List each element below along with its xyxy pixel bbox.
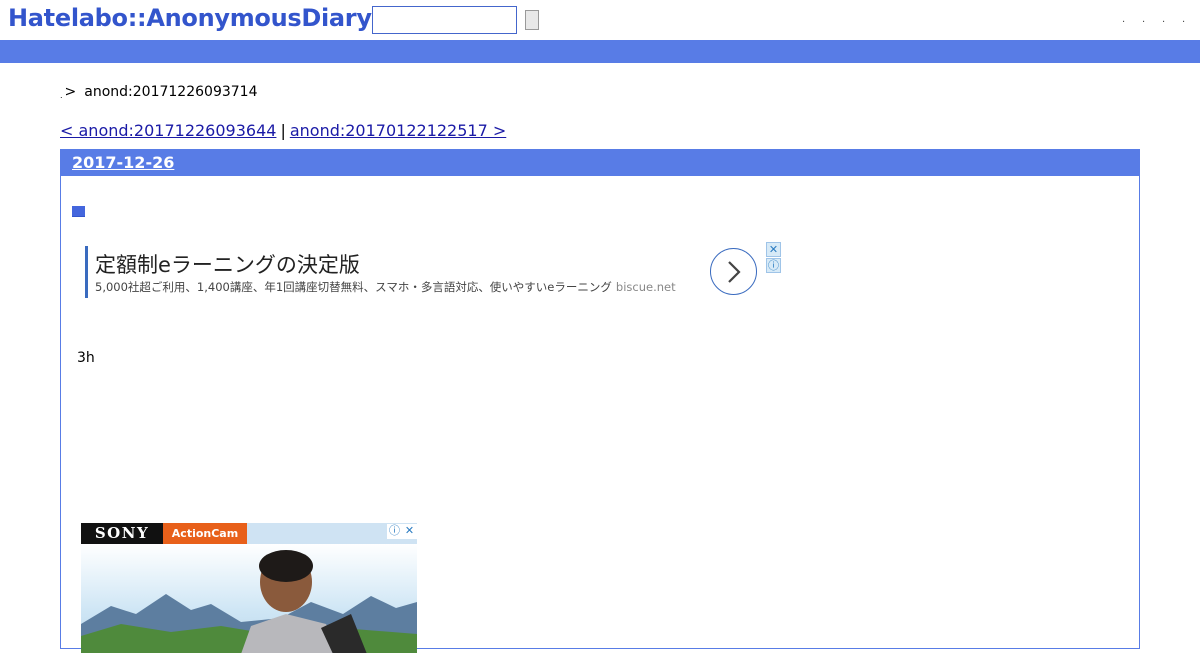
prev-entry-link[interactable]: < anond:20171226093644 bbox=[60, 121, 276, 140]
site-logo-link[interactable]: Hatelabo::AnonymousDiary bbox=[8, 4, 372, 32]
day-section: 2017-12-26 定額制eラーニングの決定版 5,000社超ご利用、1,40… bbox=[60, 149, 1140, 653]
day-date-link[interactable]: 2017-12-26 bbox=[72, 153, 174, 172]
search-button[interactable] bbox=[525, 10, 539, 30]
breadcrumb: . > anond:20171226093714 bbox=[60, 84, 257, 100]
breadcrumb-current: anond:20171226093714 bbox=[84, 84, 258, 100]
square-anchor-icon bbox=[72, 206, 85, 217]
site-header: Hatelabo::AnonymousDiary . . . . bbox=[0, 0, 1200, 40]
breadcrumb-home-link[interactable]: . bbox=[60, 91, 63, 100]
entry-body-text: 3h bbox=[77, 350, 95, 366]
text-ad[interactable]: 定額制eラーニングの決定版 5,000社超ご利用、1,400講座、年1回講座切替… bbox=[85, 246, 783, 298]
header-link-2[interactable]: . bbox=[1142, 14, 1145, 25]
entry-pager: < anond:20171226093644 | anond:20170122122… bbox=[60, 121, 506, 140]
ad-background-image bbox=[81, 544, 417, 653]
ad-domain[interactable]: biscue.net bbox=[616, 280, 676, 294]
day-header: 2017-12-26 bbox=[61, 150, 1139, 176]
header-link-1[interactable]: . bbox=[1122, 14, 1125, 25]
mountain-photo bbox=[81, 550, 417, 653]
ad-accent-bar bbox=[85, 246, 88, 298]
header-link-4[interactable]: . bbox=[1182, 14, 1185, 25]
pager-divider: | bbox=[280, 121, 286, 140]
header-link-3[interactable]: . bbox=[1162, 14, 1165, 25]
ad-info-icon[interactable]: ⓘ bbox=[766, 258, 781, 273]
chevron-right-icon bbox=[727, 260, 741, 283]
ad-close-icon[interactable]: ✕ bbox=[766, 242, 781, 257]
section-anchor-link[interactable] bbox=[72, 205, 85, 221]
actioncam-label: ActionCam bbox=[163, 523, 247, 544]
ad-description-text: 5,000社超ご利用、1,400講座、年1回講座切替無料、スマホ・多言語対応、使… bbox=[95, 280, 612, 294]
ad-info-icon-2[interactable]: ⓘ bbox=[387, 524, 402, 539]
next-entry-link[interactable]: anond:20170122122517 > bbox=[290, 121, 506, 140]
header-divider-bar bbox=[0, 40, 1200, 63]
image-ad[interactable]: SONY ActionCam bbox=[81, 523, 417, 653]
ad-description: 5,000社超ご利用、1,400講座、年1回講座切替無料、スマホ・多言語対応、使… bbox=[95, 279, 676, 295]
ad-arrow-button[interactable] bbox=[710, 248, 757, 295]
sony-logo: SONY bbox=[81, 523, 163, 544]
header-nav: . . . . bbox=[1122, 14, 1185, 25]
search-input[interactable] bbox=[372, 6, 517, 34]
ad-title[interactable]: 定額制eラーニングの決定版 bbox=[95, 249, 360, 279]
breadcrumb-separator: > bbox=[64, 84, 77, 100]
ad-close-icon-2[interactable]: ✕ bbox=[402, 524, 417, 539]
